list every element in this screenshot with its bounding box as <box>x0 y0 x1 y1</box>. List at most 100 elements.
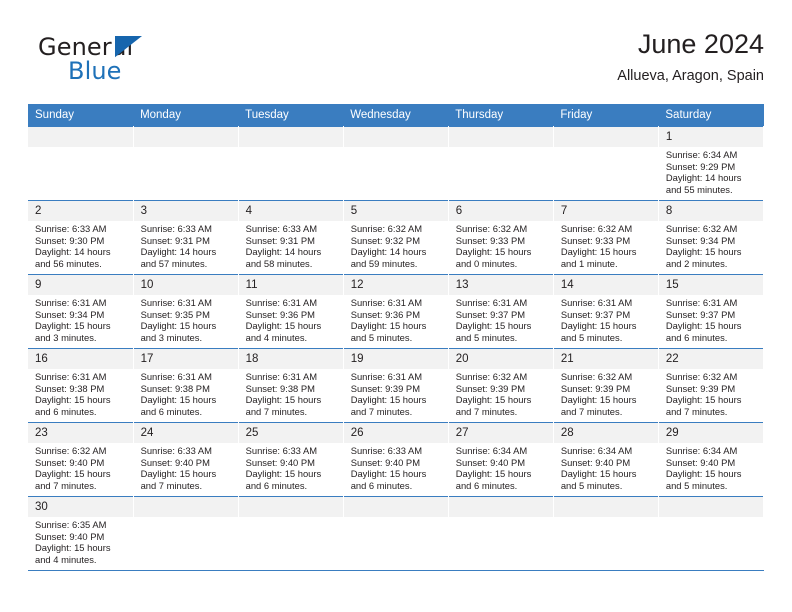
sunset-text: Sunset: 9:39 PM <box>455 382 526 394</box>
daylight-text: Daylight: 14 hours and 57 minutes. <box>140 246 217 269</box>
day-number: 20 <box>448 349 553 369</box>
day-number: 14 <box>553 275 658 295</box>
day-number: 2 <box>28 201 133 221</box>
calendar-day-cell[interactable]: 14 Sunrise: 6:31 AM Sunset: 9:37 PM Dayligh… <box>553 274 659 349</box>
day-details: Sunrise: 6:34 AM Sunset: 9:40 PM Daylight:… <box>659 443 763 491</box>
calendar-week-row: 1 Sunrise: 6:34 AM Sunset: 9:29 PM Daylight… <box>28 126 765 201</box>
day-number <box>553 127 658 147</box>
calendar-day-cell[interactable]: 10 Sunrise: 6:31 AM Sunset: 9:35 PM Dayligh… <box>133 274 239 349</box>
day-details: Sunrise: 6:31 AM Sunset: 9:37 PM Daylight:… <box>659 295 763 343</box>
sunrise-text: Sunrise: 6:33 AM <box>350 445 423 456</box>
day-details: Sunrise: 6:32 AM Sunset: 9:34 PM Daylight:… <box>659 221 763 269</box>
sunset-text: Sunset: 9:34 PM <box>35 308 105 320</box>
sunrise-text: Sunrise: 6:31 AM <box>35 371 107 382</box>
calendar-day-cell[interactable]: 25 Sunrise: 6:33 AM Sunset: 9:40 PM Dayligh… <box>238 422 344 497</box>
day-number: 18 <box>238 349 343 369</box>
daylight-text: Daylight: 15 hours and 5 minutes. <box>560 320 637 343</box>
day-number: 16 <box>28 349 133 369</box>
day-details: Sunrise: 6:34 AM Sunset: 9:40 PM Daylight:… <box>449 443 553 491</box>
calendar-day-cell[interactable]: 30 Sunrise: 6:35 AM Sunset: 9:40 PM Dayligh… <box>28 496 134 571</box>
day-number: 27 <box>448 423 553 443</box>
calendar-day-cell[interactable]: 11 Sunrise: 6:31 AM Sunset: 9:36 PM Dayligh… <box>238 274 344 349</box>
sunrise-text: Sunrise: 6:33 AM <box>140 445 212 456</box>
day-number: 10 <box>133 275 238 295</box>
daylight-text: Daylight: 15 hours and 7 minutes. <box>455 394 532 417</box>
sunset-text: Sunset: 9:37 PM <box>455 308 526 320</box>
sunset-text: Sunset: 9:34 PM <box>665 234 736 246</box>
day-number <box>238 497 343 517</box>
calendar-day-cell[interactable]: 17 Sunrise: 6:31 AM Sunset: 9:38 PM Dayligh… <box>133 348 239 423</box>
day-details: Sunrise: 6:32 AM Sunset: 9:40 PM Daylight:… <box>28 443 133 491</box>
weekday-header-row: Sunday Monday Tuesday Wednesday Thursday Frid… <box>28 104 764 127</box>
calendar-day-cell[interactable]: 23 Sunrise: 6:32 AM Sunset: 9:40 PM Dayligh… <box>28 422 134 497</box>
calendar-week-row: 2 Sunrise: 6:33 AM Sunset: 9:30 PM Daylight… <box>28 200 765 275</box>
calendar-cell-empty <box>133 126 239 201</box>
calendar-day-cell[interactable]: 26 Sunrise: 6:33 AM Sunset: 9:40 PM Dayligh… <box>343 422 449 497</box>
sunrise-text: Sunrise: 6:32 AM <box>560 371 633 382</box>
day-number: 30 <box>28 497 133 517</box>
daylight-text: Daylight: 15 hours and 6 minutes. <box>665 320 742 343</box>
calendar-day-cell[interactable]: 1 Sunrise: 6:34 AM Sunset: 9:29 PM Daylight… <box>658 126 765 201</box>
sunrise-text: Sunrise: 6:33 AM <box>245 223 318 234</box>
calendar-day-cell[interactable]: 9 Sunrise: 6:31 AM Sunset: 9:34 PM Daylight… <box>28 274 134 349</box>
daylight-text: Daylight: 15 hours and 7 minutes. <box>35 468 111 491</box>
calendar-day-cell[interactable]: 8 Sunrise: 6:32 AM Sunset: 9:34 PM Daylight… <box>658 200 765 275</box>
sunrise-text: Sunrise: 6:31 AM <box>140 297 212 308</box>
calendar-day-cell[interactable]: 22 Sunrise: 6:32 AM Sunset: 9:39 PM Dayligh… <box>658 348 765 423</box>
daylight-text: Daylight: 15 hours and 6 minutes. <box>140 394 217 417</box>
calendar-day-cell[interactable]: 2 Sunrise: 6:33 AM Sunset: 9:30 PM Daylight… <box>28 200 134 275</box>
sunset-text: Sunset: 9:29 PM <box>665 160 736 172</box>
daylight-text: Daylight: 15 hours and 6 minutes. <box>455 468 532 491</box>
day-number: 24 <box>133 423 238 443</box>
calendar-day-cell[interactable]: 28 Sunrise: 6:34 AM Sunset: 9:40 PM Dayligh… <box>553 422 659 497</box>
day-details: Sunrise: 6:33 AM Sunset: 9:30 PM Daylight:… <box>28 221 133 269</box>
calendar-cell-empty <box>658 496 765 571</box>
calendar-day-cell[interactable]: 21 Sunrise: 6:32 AM Sunset: 9:39 PM Dayligh… <box>553 348 659 423</box>
calendar-day-cell[interactable]: 3 Sunrise: 6:33 AM Sunset: 9:31 PM Daylight… <box>133 200 239 275</box>
general-blue-logo[interactable]: General Blue <box>38 34 238 92</box>
calendar-day-cell[interactable]: 7 Sunrise: 6:32 AM Sunset: 9:33 PM Daylight… <box>553 200 659 275</box>
sunset-text: Sunset: 9:40 PM <box>350 456 420 468</box>
sunrise-text: Sunrise: 6:32 AM <box>35 445 107 456</box>
calendar-week-row: 9 Sunrise: 6:31 AM Sunset: 9:34 PM Daylight… <box>28 274 765 349</box>
sunset-text: Sunset: 9:40 PM <box>665 456 736 468</box>
calendar-day-cell[interactable]: 18 Sunrise: 6:31 AM Sunset: 9:38 PM Dayligh… <box>238 348 344 423</box>
day-details: Sunrise: 6:31 AM Sunset: 9:39 PM Daylight:… <box>344 369 448 417</box>
day-number: 17 <box>133 349 238 369</box>
calendar-page: General Blue June 2024 Allueva, Aragon, … <box>0 0 792 612</box>
calendar-day-cell[interactable]: 20 Sunrise: 6:32 AM Sunset: 9:39 PM Dayligh… <box>448 348 554 423</box>
calendar-day-cell[interactable]: 27 Sunrise: 6:34 AM Sunset: 9:40 PM Dayligh… <box>448 422 554 497</box>
calendar-body: 1 Sunrise: 6:34 AM Sunset: 9:29 PM Daylight… <box>28 126 765 571</box>
calendar-day-cell[interactable]: 4 Sunrise: 6:33 AM Sunset: 9:31 PM Daylight… <box>238 200 344 275</box>
calendar-day-cell[interactable]: 6 Sunrise: 6:32 AM Sunset: 9:33 PM Daylight… <box>448 200 554 275</box>
sunset-text: Sunset: 9:36 PM <box>245 308 315 320</box>
daylight-text: Daylight: 15 hours and 7 minutes. <box>665 394 742 417</box>
page-subtitle: Allueva, Aragon, Spain <box>617 68 764 84</box>
calendar-cell-empty <box>448 126 554 201</box>
day-details: Sunrise: 6:31 AM Sunset: 9:35 PM Daylight:… <box>134 295 238 343</box>
calendar-day-cell[interactable]: 19 Sunrise: 6:31 AM Sunset: 9:39 PM Dayligh… <box>343 348 449 423</box>
day-number: 22 <box>658 349 763 369</box>
calendar-day-cell[interactable]: 16 Sunrise: 6:31 AM Sunset: 9:38 PM Dayligh… <box>28 348 134 423</box>
calendar-day-cell[interactable]: 29 Sunrise: 6:34 AM Sunset: 9:40 PM Dayligh… <box>658 422 765 497</box>
calendar-day-cell[interactable]: 5 Sunrise: 6:32 AM Sunset: 9:32 PM Daylight… <box>343 200 449 275</box>
weekday-header-sunday: Sunday <box>28 104 134 127</box>
day-details: Sunrise: 6:34 AM Sunset: 9:40 PM Daylight:… <box>554 443 658 491</box>
day-number <box>343 497 448 517</box>
daylight-text: Daylight: 14 hours and 56 minutes. <box>35 246 111 269</box>
logo-triangle-icon <box>114 36 142 58</box>
title-block: June 2024 Allueva, Aragon, Spain <box>617 28 764 86</box>
weekday-header-saturday: Saturday <box>658 104 764 127</box>
calendar-day-cell[interactable]: 13 Sunrise: 6:31 AM Sunset: 9:37 PM Dayligh… <box>448 274 554 349</box>
calendar-day-cell[interactable]: 15 Sunrise: 6:31 AM Sunset: 9:37 PM Dayligh… <box>658 274 765 349</box>
sunset-text: Sunset: 9:37 PM <box>665 308 736 320</box>
sunset-text: Sunset: 9:39 PM <box>350 382 420 394</box>
daylight-text: Daylight: 14 hours and 55 minutes. <box>665 172 742 195</box>
daylight-text: Daylight: 15 hours and 3 minutes. <box>35 320 111 343</box>
calendar-day-cell[interactable]: 24 Sunrise: 6:33 AM Sunset: 9:40 PM Dayligh… <box>133 422 239 497</box>
sunrise-text: Sunrise: 6:33 AM <box>35 223 107 234</box>
calendar-cell-empty <box>553 496 659 571</box>
daylight-text: Daylight: 14 hours and 59 minutes. <box>350 246 427 269</box>
calendar-cell-empty <box>133 496 239 571</box>
calendar-day-cell[interactable]: 12 Sunrise: 6:31 AM Sunset: 9:36 PM Dayligh… <box>343 274 449 349</box>
